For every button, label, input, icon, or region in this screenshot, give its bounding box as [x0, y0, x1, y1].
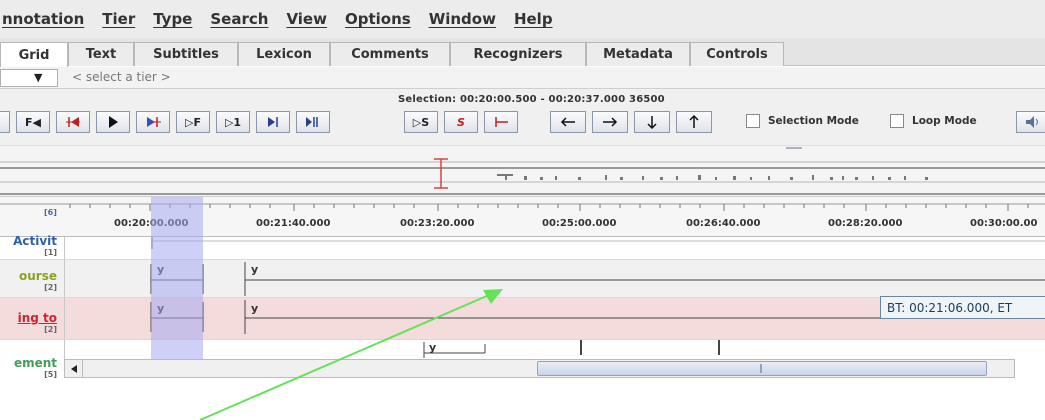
overview-track	[0, 147, 1045, 195]
clear-selection-button[interactable]	[484, 111, 518, 133]
tab-grid[interactable]: Grid	[0, 42, 68, 67]
tab-text[interactable]: Text	[68, 42, 134, 66]
step-forward-icon	[147, 117, 161, 127]
tab-comments[interactable]: Comments	[330, 42, 450, 66]
play-button[interactable]	[96, 111, 130, 133]
move-left-button[interactable]	[550, 111, 586, 133]
loop-selection-button[interactable]: S	[444, 111, 478, 133]
go-to-end-button[interactable]	[296, 111, 330, 133]
tick-label: 00:23:20.000	[400, 218, 475, 229]
end-icon	[306, 117, 318, 127]
tier-name: Activit	[13, 234, 57, 248]
tab-lexicon[interactable]: Lexicon	[238, 42, 330, 66]
next-boundary-button[interactable]	[256, 111, 290, 133]
tab-controls[interactable]: Controls	[690, 42, 784, 66]
annotation-value[interactable]: y	[429, 341, 436, 354]
tier-track[interactable]	[64, 237, 1045, 259]
tab-metadata[interactable]: Metadata	[586, 42, 690, 66]
go-to-begin-button[interactable]: F◀	[16, 111, 50, 133]
tick-label: 00:28:20.000	[828, 218, 903, 229]
annotation-lines	[423, 340, 720, 358]
loop-mode-checkbox[interactable]	[890, 114, 904, 128]
menu-window[interactable]: Window	[429, 10, 496, 28]
tier-selector-text: < select a tier >	[72, 70, 171, 84]
scroll-left-button[interactable]	[65, 360, 83, 377]
playhead-marker[interactable]	[434, 158, 448, 189]
annotation-value[interactable]: y	[251, 263, 258, 276]
chevron-down-icon: ▼	[34, 71, 43, 84]
ruler-counter: [6]	[44, 208, 57, 217]
tab-subtitles[interactable]: Subtitles	[134, 42, 238, 66]
overview-ticks	[497, 174, 928, 180]
menu-search[interactable]: Search	[210, 10, 268, 28]
move-down-button[interactable]	[634, 111, 670, 133]
tick-label: 00:25:00.000	[542, 218, 617, 229]
tier-label-discourse[interactable]: ourse [2]	[0, 269, 62, 292]
arrow-up-icon	[689, 114, 699, 128]
menu-help[interactable]: Help	[514, 10, 553, 28]
thumb-grip	[760, 364, 762, 373]
tier-label-pointing[interactable]: ing to [2]	[0, 311, 62, 334]
caret-left-icon	[70, 364, 77, 373]
next-icon	[268, 117, 278, 127]
partial-button[interactable]	[0, 111, 10, 133]
volume-button[interactable]	[1016, 111, 1045, 133]
arrow-down-icon	[647, 116, 657, 130]
play-selection-button[interactable]: ▷S	[404, 111, 438, 133]
arrow-left-icon	[560, 117, 575, 127]
next-frame-button[interactable]	[136, 111, 170, 133]
tab-bar: Grid Text Subtitles Lexicon Comments Rec…	[0, 38, 1045, 67]
tick-label: 00:26:40.000	[686, 218, 761, 229]
tier-annotation-count: [2]	[44, 325, 57, 334]
menu-view[interactable]: View	[286, 10, 327, 28]
tick-label: 00:21:40.000	[256, 218, 331, 229]
previous-frame-button[interactable]	[56, 111, 90, 133]
media-controls: Selection: 00:20:00.500 - 00:20:37.000 3…	[0, 89, 1045, 145]
step-back-icon	[66, 117, 80, 127]
menu-tier[interactable]: Tier	[102, 10, 135, 28]
tick-label: 00:30:00.00	[970, 218, 1038, 229]
tier-label-activity[interactable]: Activit [1]	[0, 234, 62, 257]
selection-readout: Selection: 00:20:00.500 - 00:20:37.000 3…	[398, 94, 665, 105]
signal-overview[interactable]	[0, 145, 1045, 197]
tier-track[interactable]: y	[64, 340, 1045, 359]
tier-track[interactable]: y y	[64, 260, 1045, 297]
play-icon	[109, 116, 118, 128]
tier-annotation-count: [2]	[44, 283, 57, 292]
horizontal-scrollbar[interactable]	[64, 359, 1015, 378]
menu-bar: nnotation Tier Type Search View Options …	[0, 0, 1045, 38]
tier-name: ing to	[17, 311, 57, 325]
tier-annotation-count: [1]	[44, 248, 57, 257]
tooltip-text: BT: 00:21:06.000, ET	[887, 300, 1013, 315]
menu-options[interactable]: Options	[345, 10, 411, 28]
menu-annotation[interactable]: nnotation	[2, 10, 84, 28]
move-right-button[interactable]	[592, 111, 628, 133]
menu-type[interactable]: Type	[153, 10, 192, 28]
tier-name: ement	[13, 356, 57, 370]
tier-label-movement[interactable]: ement [5]	[0, 356, 62, 379]
forward-one-button[interactable]: ▷1	[216, 111, 250, 133]
annotation-line	[151, 237, 1045, 249]
selection-highlight	[151, 197, 203, 359]
arrow-right-icon	[603, 117, 618, 127]
tier-selector-row: ▼ < select a tier >	[0, 67, 1045, 89]
loop-mode-label: Loop Mode	[912, 115, 977, 127]
forward-button[interactable]: ▷F	[176, 111, 210, 133]
speaker-icon	[1026, 116, 1038, 128]
annotation-value[interactable]: y	[251, 302, 258, 315]
tier-annotation-count: [5]	[44, 370, 57, 379]
move-up-button[interactable]	[676, 111, 712, 133]
tier-name: ourse	[19, 269, 57, 283]
selection-begin-icon	[495, 117, 508, 127]
annotation-tooltip: BT: 00:21:06.000, ET	[880, 296, 1045, 319]
selection-mode-label: Selection Mode	[768, 115, 859, 127]
tab-recognizers[interactable]: Recognizers	[450, 42, 586, 66]
tier-selector[interactable]: ▼	[0, 69, 58, 87]
annotation-lines	[150, 262, 1045, 296]
selection-mode-checkbox[interactable]	[746, 114, 760, 128]
scrollbar-thumb[interactable]	[537, 361, 987, 376]
